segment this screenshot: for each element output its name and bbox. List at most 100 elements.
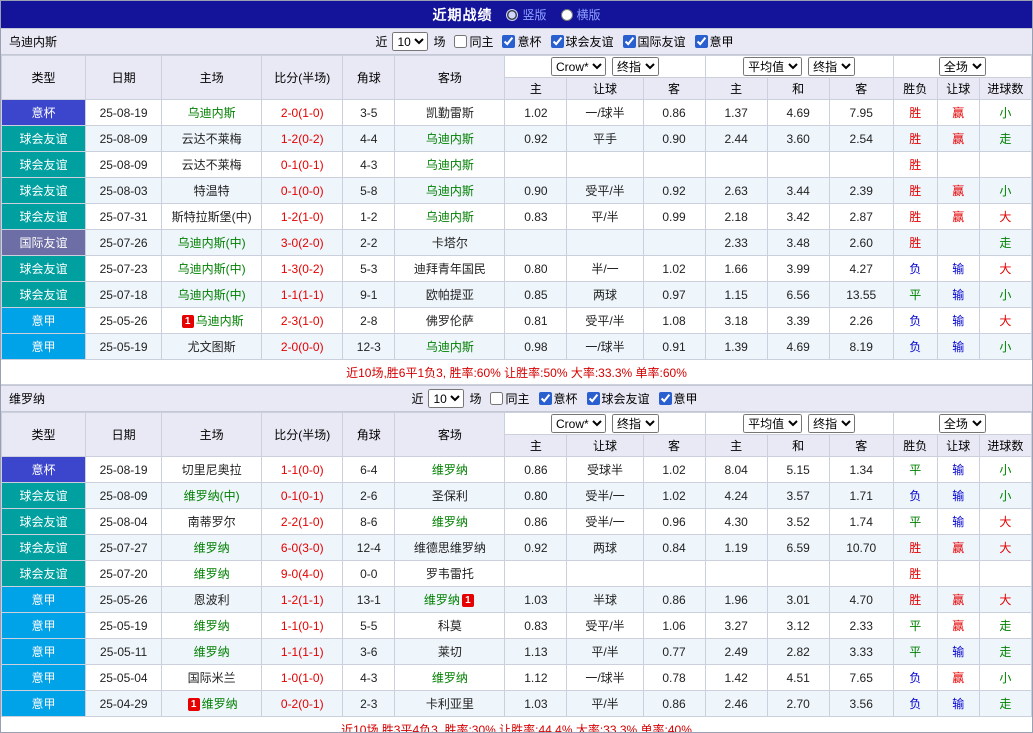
filter-checkbox[interactable]: 球会友谊: [587, 390, 650, 407]
sub-column-header: 客: [643, 435, 705, 457]
avg-away: 2.33: [829, 613, 893, 639]
final-odds-select[interactable]: 终指: [612, 414, 659, 433]
filter-checkbox-label: 球会友谊: [602, 390, 650, 407]
odds-group-header: 平均值终指: [705, 56, 893, 78]
page-title: 近期战绩: [432, 5, 492, 25]
result-handicap: 输: [937, 639, 979, 665]
filter-checkbox[interactable]: 意杯: [502, 33, 541, 50]
filter-checkbox[interactable]: 球会友谊: [551, 33, 614, 50]
score: 0-2(0-1): [262, 691, 343, 717]
filter-checkbox-input[interactable]: [490, 392, 503, 405]
sub-column-header: 客: [829, 435, 893, 457]
average-select[interactable]: 平均值: [743, 414, 802, 433]
match-count-select[interactable]: 10: [392, 32, 428, 51]
result-goals: 走: [979, 126, 1031, 152]
avg-draw: 3.48: [767, 230, 829, 256]
filter-checkbox[interactable]: 国际友谊: [623, 33, 686, 50]
result-outcome: 负: [893, 691, 937, 717]
avg-draw: 3.60: [767, 126, 829, 152]
red-card-badge: 1: [188, 698, 200, 711]
away-team-name: 科莫: [438, 619, 462, 633]
layout-radio-vertical[interactable]: 竖版: [506, 6, 546, 23]
result-goals: [979, 561, 1031, 587]
home-team-name: 乌迪内斯: [188, 106, 236, 120]
match-date: 25-08-19: [86, 100, 162, 126]
final-odds-select[interactable]: 终指: [808, 414, 855, 433]
filter-checkbox-input[interactable]: [587, 392, 600, 405]
score: 1-1(0-0): [262, 457, 343, 483]
avg-away: 2.54: [829, 126, 893, 152]
away-team-name: 莱切: [438, 645, 462, 659]
table-row: 意杯25-08-19乌迪内斯2-0(1-0)3-5凯勤雷斯1.02一/球半0.8…: [2, 100, 1032, 126]
avg-home: 8.04: [705, 457, 767, 483]
match-date: 25-07-27: [86, 535, 162, 561]
odds-handicap: 受半/一: [567, 483, 643, 509]
avg-draw: [767, 152, 829, 178]
final-odds-select[interactable]: 终指: [808, 57, 855, 76]
home-team: 1维罗纳: [162, 691, 262, 717]
away-team: 莱切: [395, 639, 505, 665]
table-row: 球会友谊25-07-27维罗纳6-0(3-0)12-4维德思维罗纳0.92两球0…: [2, 535, 1032, 561]
avg-home: 4.24: [705, 483, 767, 509]
sub-column-header: 让球: [567, 78, 643, 100]
corners: 4-3: [343, 665, 395, 691]
filter-checkbox-input[interactable]: [539, 392, 552, 405]
filter-checkbox-label: 意甲: [710, 33, 734, 50]
filter-checkbox[interactable]: 同主: [454, 33, 493, 50]
filter-checkbox-input[interactable]: [623, 35, 636, 48]
home-team-name: 维罗纳: [194, 645, 230, 659]
radio-horizontal-input[interactable]: [561, 9, 573, 21]
filter-checkbox-input[interactable]: [695, 35, 708, 48]
scope-select[interactable]: 全场: [939, 414, 986, 433]
filter-checkbox[interactable]: 意杯: [539, 390, 578, 407]
match-type: 意甲: [2, 665, 86, 691]
layout-radio-horizontal[interactable]: 横版: [561, 6, 601, 23]
avg-draw: 4.69: [767, 100, 829, 126]
avg-home: [705, 152, 767, 178]
filter-checkbox-input[interactable]: [659, 392, 672, 405]
odds-handicap: 半/一: [567, 256, 643, 282]
filter-checkbox-label: 意杯: [517, 33, 541, 50]
column-header: 角球: [343, 56, 395, 100]
filter-checkbox[interactable]: 同主: [490, 390, 529, 407]
radio-vertical-input[interactable]: [506, 9, 518, 21]
table-row: 意甲25-05-26恩波利1-2(1-1)13-1维罗纳11.03半球0.861…: [2, 587, 1032, 613]
odds-away: 0.92: [643, 178, 705, 204]
home-team-name: 斯特拉斯堡(中): [172, 210, 252, 224]
corners: 4-4: [343, 126, 395, 152]
odds-handicap: 平/半: [567, 639, 643, 665]
away-team-name: 维罗纳: [432, 515, 468, 529]
match-type: 意甲: [2, 691, 86, 717]
home-team-name: 特温特: [194, 184, 230, 198]
match-type: 意杯: [2, 457, 86, 483]
filter-checkbox-input[interactable]: [551, 35, 564, 48]
home-team: 乌迪内斯(中): [162, 230, 262, 256]
odds-away: 1.08: [643, 308, 705, 334]
bookmaker-select[interactable]: Crow*: [551, 57, 606, 76]
corners: 2-3: [343, 691, 395, 717]
filter-checkbox[interactable]: 意甲: [659, 390, 698, 407]
avg-draw: 4.69: [767, 334, 829, 360]
home-team-name: 云达不莱梅: [182, 132, 242, 146]
avg-away: 3.56: [829, 691, 893, 717]
filter-checkbox-label: 同主: [469, 33, 493, 50]
result-handicap: 输: [937, 308, 979, 334]
result-handicap: [937, 561, 979, 587]
avg-home: 3.27: [705, 613, 767, 639]
away-team: 卡塔尔: [395, 230, 505, 256]
filter-checkbox-input[interactable]: [454, 35, 467, 48]
result-handicap: 输: [937, 282, 979, 308]
table-row: 球会友谊25-07-18乌迪内斯(中)1-1(1-1)9-1欧帕提亚0.85两球…: [2, 282, 1032, 308]
corners: 2-2: [343, 230, 395, 256]
away-team-name: 维罗纳: [424, 593, 460, 607]
scope-select[interactable]: 全场: [939, 57, 986, 76]
final-odds-select[interactable]: 终指: [612, 57, 659, 76]
filter-checkbox[interactable]: 意甲: [695, 33, 734, 50]
average-select[interactable]: 平均值: [743, 57, 802, 76]
bookmaker-select[interactable]: Crow*: [551, 414, 606, 433]
filter-checkbox-input[interactable]: [502, 35, 515, 48]
match-count-select[interactable]: 10: [428, 389, 464, 408]
score: 1-2(1-0): [262, 204, 343, 230]
filter-near-label: 近: [411, 390, 423, 407]
result-goals: 小: [979, 100, 1031, 126]
